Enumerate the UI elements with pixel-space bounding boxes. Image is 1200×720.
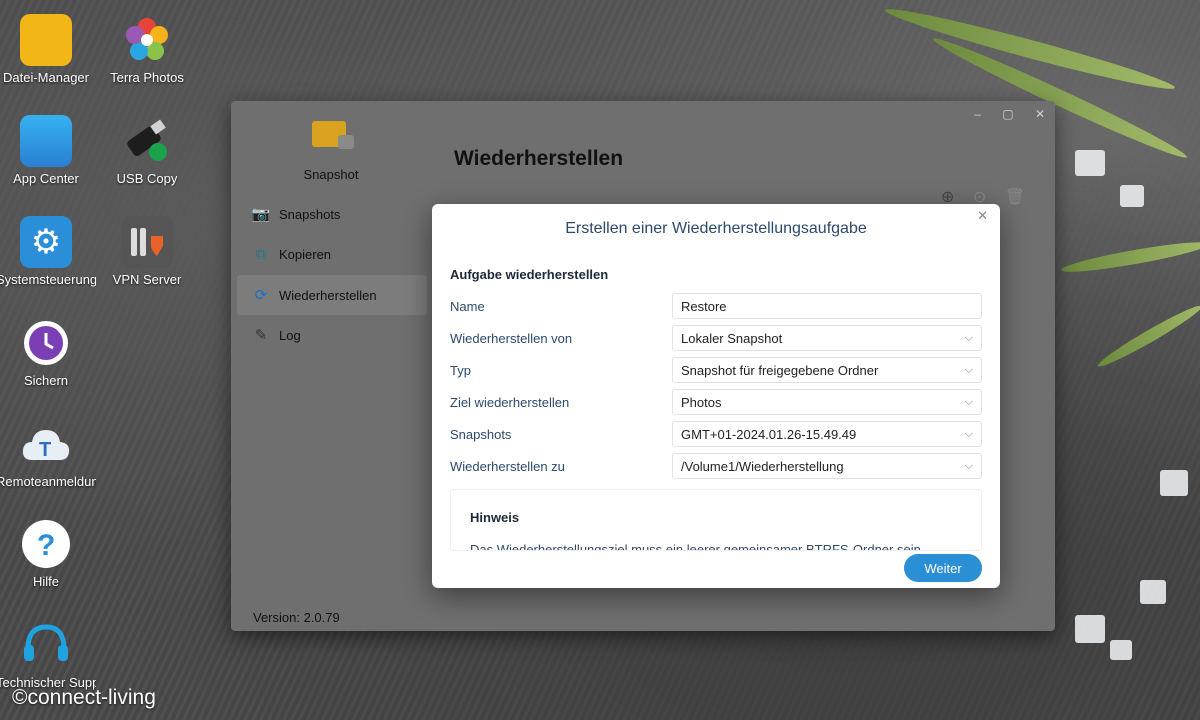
hint-title: Hinweis [470, 510, 520, 525]
field-label: Wiederherstellen von [450, 330, 573, 346]
form-row-name: Name Restore [450, 293, 982, 319]
sidebar-item-snapshots[interactable]: 📷 Snapshots [237, 194, 427, 234]
gear-icon: ⚙ [20, 216, 72, 268]
salt-decoration [1075, 150, 1105, 176]
desktop-icon-technischer-support[interactable]: Technischer Support [0, 619, 96, 690]
herb-decoration [1095, 300, 1200, 372]
app-header: Snapshot [251, 117, 411, 182]
log-document-icon: ✎ [254, 327, 268, 344]
window-controls: – ▢ ✕ [956, 107, 1045, 121]
form-row-snapshots: Snapshots GMT+01-2024.01.26-15.49.49 ⌵ [450, 421, 982, 447]
field-value: Snapshot für freigegebene Ordner [681, 362, 879, 378]
field-value: Restore [681, 298, 727, 314]
vpn-shield-icon [121, 216, 173, 268]
desktop-icon-vpn-server[interactable]: VPN Server [97, 216, 197, 287]
desktop-icon-terra-photos[interactable]: Terra Photos [97, 14, 197, 85]
salt-decoration [1110, 640, 1132, 660]
cloud-t-icon: T [20, 418, 72, 470]
camera-icon: 📷 [251, 206, 271, 223]
sidebar-item-label: Wiederherstellen [279, 287, 377, 303]
desktop-icon-systemsteuerung[interactable]: ⚙ Systemsteuerung [0, 216, 96, 287]
type-select[interactable]: Snapshot für freigegebene Ordner ⌵ [672, 357, 982, 383]
usb-stick-icon [121, 115, 173, 167]
folder-icon [20, 14, 72, 66]
field-label: Snapshots [450, 426, 512, 442]
herb-decoration [1059, 237, 1200, 277]
field-value: GMT+01-2024.01.26-15.49.49 [681, 426, 857, 442]
name-input[interactable]: Restore [672, 293, 982, 319]
app-name: Snapshot [303, 167, 359, 182]
salt-decoration [1120, 185, 1144, 207]
form-row-target: Ziel wiederherstellen Photos ⌵ [450, 389, 982, 415]
desktop-icon-hilfe[interactable]: ? Hilfe [0, 518, 96, 589]
sidebar-item-wiederherstellen[interactable]: ⟳ Wiederherstellen [237, 275, 427, 315]
field-value: Lokaler Snapshot [681, 330, 783, 346]
page-title: Wiederherstellen [454, 147, 624, 170]
next-button[interactable]: Weiter [904, 554, 982, 582]
chevron-down-icon: ⌵ [964, 427, 973, 440]
close-icon[interactable]: ✕ [1035, 107, 1045, 121]
restore-refresh-icon: ⟳ [254, 287, 268, 304]
chevron-down-icon: ⌵ [964, 331, 973, 344]
dialog-title: Erstellen einer Wiederherstellungsaufgab… [565, 220, 867, 237]
sidebar-item-log[interactable]: ✎ Log [237, 315, 427, 355]
salt-decoration [1140, 580, 1166, 604]
field-value: Photos [681, 394, 722, 410]
snapshot-select[interactable]: GMT+01-2024.01.26-15.49.49 ⌵ [672, 421, 982, 447]
copy-icon: ⧉ [255, 245, 267, 263]
section-title: Aufgabe wiederherstellen [450, 267, 609, 282]
field-label: Typ [450, 362, 471, 378]
desktop-icon-remoteanmeldung[interactable]: T Remoteanmeldung [0, 418, 96, 489]
desktop-icon-sichern[interactable]: Sichern [0, 317, 96, 388]
field-label: Ziel wiederherstellen [450, 394, 570, 410]
minimize-icon[interactable]: – [974, 107, 981, 121]
restore-to-select[interactable]: /Volume1/Wiederherstellung ⌵ [672, 453, 982, 479]
svg-text:?: ? [37, 529, 55, 562]
sidebar-item-label: Snapshots [279, 206, 341, 222]
chevron-down-icon: ⌵ [964, 459, 973, 472]
backup-clock-icon [20, 317, 72, 369]
form-row-type: Typ Snapshot für freigegebene Ordner ⌵ [450, 357, 982, 383]
photos-flower-icon [121, 14, 173, 66]
desktop-icon-usb-copy[interactable]: USB Copy [97, 115, 197, 186]
headset-icon [20, 619, 72, 671]
desktop-icon-datei-manager[interactable]: Datei-Manager [0, 14, 96, 85]
salt-decoration [1075, 615, 1105, 643]
shopping-bag-icon [20, 115, 72, 167]
restore-task-dialog: ✕ Erstellen einer Wiederherstellungsaufg… [432, 204, 1000, 588]
sidebar-item-label: Kopieren [279, 246, 332, 262]
hint-box: Hinweis Das Wiederherstellungsziel muss … [450, 489, 982, 551]
restore-from-select[interactable]: Lokaler Snapshot ⌵ [672, 325, 982, 351]
form-row-restore-to: Wiederherstellen zu /Volume1/Wiederherst… [450, 453, 982, 479]
hint-text: Das Wiederherstellungsziel muss ein leer… [470, 542, 925, 551]
version-label: Version: 2.0.79 [253, 610, 340, 625]
sidebar-item-kopieren[interactable]: ⧉ Kopieren [237, 234, 427, 274]
chevron-down-icon: ⌵ [964, 363, 973, 376]
salt-decoration [1160, 470, 1188, 496]
chevron-down-icon: ⌵ [964, 395, 973, 408]
target-select[interactable]: Photos ⌵ [672, 389, 982, 415]
form-row-restore-from: Wiederherstellen von Lokaler Snapshot ⌵ [450, 325, 982, 351]
field-label: Wiederherstellen zu [450, 458, 565, 474]
desktop-icon-app-center[interactable]: App Center [0, 115, 96, 186]
field-label: Name [450, 298, 485, 314]
snapshot-folder-icon [312, 117, 354, 149]
svg-text:T: T [39, 439, 51, 461]
delete-trash-icon[interactable]: 🗑 [1005, 189, 1025, 206]
help-question-icon: ? [20, 518, 72, 570]
watermark: ©connect-living [12, 686, 156, 709]
maximize-icon[interactable]: ▢ [1002, 107, 1013, 121]
field-value: /Volume1/Wiederherstellung [681, 458, 844, 474]
sidebar-item-label: Log [279, 327, 301, 343]
